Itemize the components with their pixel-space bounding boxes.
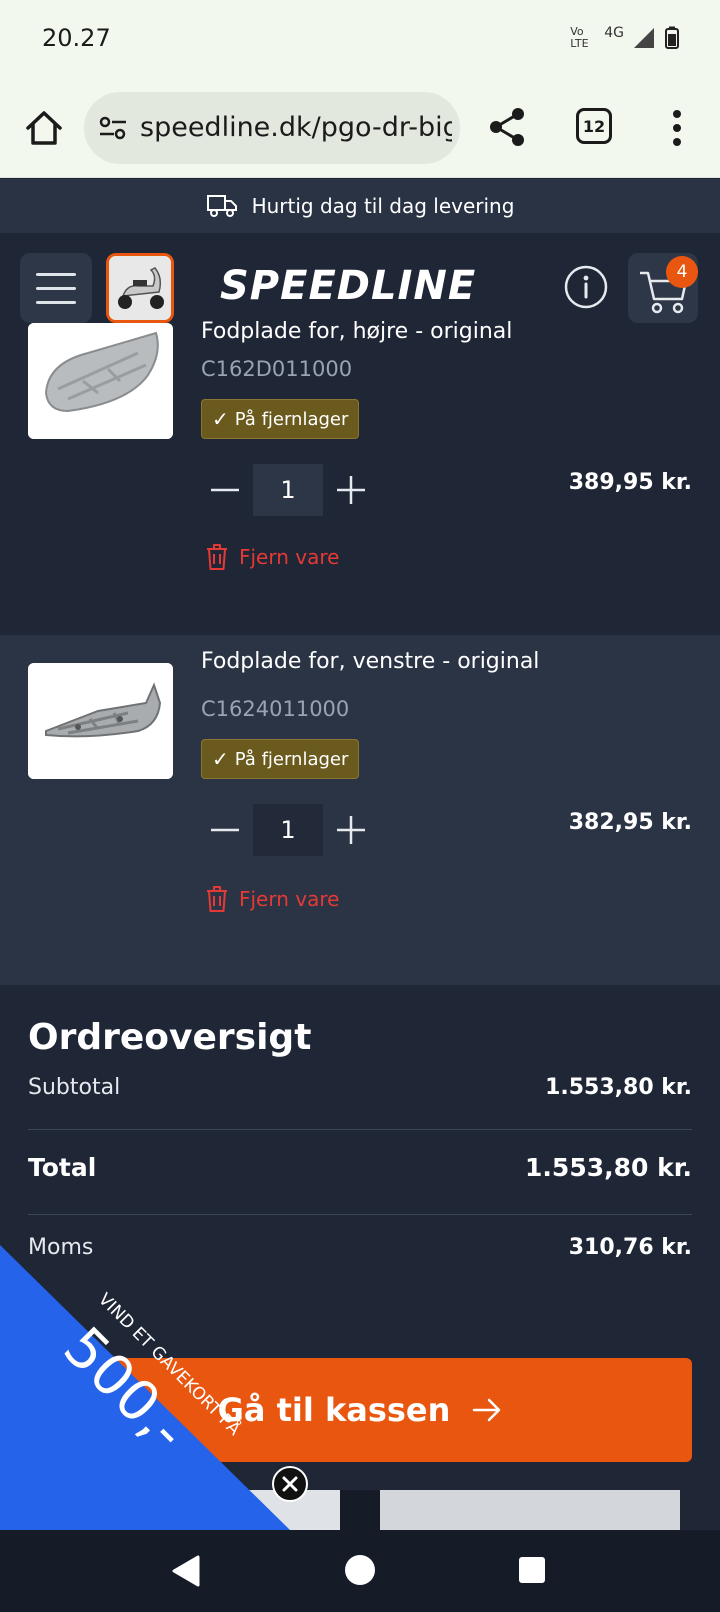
stock-label: På fjernlager [234,748,349,770]
back-icon[interactable] [170,1554,202,1588]
product-sku: C1624011000 [201,697,350,721]
delivery-text: Hurtig dag til dag levering [251,194,515,218]
total-value: 1.553,80 kr. [525,1153,692,1182]
status-icons: Vo LTE 4G [570,25,680,50]
related-gap [340,1490,380,1530]
order-summary-title: Ordreoversigt [28,1017,312,1058]
close-icon [282,1476,298,1492]
cart-item: Fodplade for, venstre - original C162401… [0,635,720,985]
quantity-input[interactable]: 1 [253,804,323,856]
promo-ribbon[interactable]: VIND ET GAVEKORT PÅ 500,- [0,1245,290,1530]
cart-count-badge: 4 [666,256,698,288]
footplate-image [28,663,173,779]
signal-icon [634,28,654,48]
battery-icon [665,26,679,49]
remove-item-label: Fjern vare [239,887,340,911]
vat-value: 310,76 kr. [568,1235,692,1260]
subtotal-label: Subtotal [28,1075,121,1100]
check-icon: ✓ [212,747,229,771]
quantity-input[interactable]: 1 [253,464,323,516]
delivery-banner: Hurtig dag til dag levering [0,179,720,233]
delivery-truck-icon [206,195,237,217]
site-header: SPEEDLINE [0,233,720,333]
minus-icon [211,488,239,492]
status-bar: 20.27 Vo LTE 4G [0,0,720,82]
subtotal-value: 1.553,80 kr. [545,1075,692,1100]
stock-label: På fjernlager [234,408,349,430]
site-logo[interactable]: SPEEDLINE [220,263,476,309]
site-settings-icon[interactable] [98,114,128,142]
browser-toolbar: speedline.dk/pgo-dr-big 12 [0,82,720,178]
address-bar[interactable]: speedline.dk/pgo-dr-big [84,92,460,164]
product-image[interactable] [28,663,173,779]
vehicle-selector-button[interactable] [106,253,174,323]
plus-icon [337,476,365,504]
recents-icon[interactable] [518,1556,546,1584]
volte-indicator: Vo LTE [570,25,589,50]
home-icon[interactable] [22,106,66,150]
stock-badge: ✓ På fjernlager [201,739,360,779]
quantity-stepper: 1 [201,464,375,516]
remove-item-button[interactable]: Fjern vare [205,543,339,571]
cart-item: Fodplade for, højre - original C162D0110… [0,319,720,635]
minus-icon [211,828,239,832]
remove-item-label: Fjern vare [239,545,340,569]
trash-icon [207,886,227,912]
related-product-image[interactable] [380,1490,680,1530]
scooter-icon [109,256,171,320]
system-nav-bar [0,1530,720,1612]
footplate-image [28,323,173,439]
increase-quantity-button[interactable] [327,804,375,856]
divider [28,1129,692,1130]
info-icon[interactable] [564,265,608,309]
quantity-stepper: 1 [201,804,375,856]
divider [28,1214,692,1215]
product-name[interactable]: Fodplade for, venstre - original [201,649,539,674]
product-image[interactable] [28,323,173,439]
product-name[interactable]: Fodplade for, højre - original [201,319,512,344]
increase-quantity-button[interactable] [327,464,375,516]
hamburger-menu-button[interactable] [20,253,92,323]
total-label: Total [28,1153,97,1182]
total-row: Total 1.553,80 kr. [28,1153,692,1182]
network-type: 4G [604,25,624,41]
arrow-right-icon [473,1398,501,1422]
tab-switcher-button[interactable]: 12 [576,108,612,144]
url-text: speedline.dk/pgo-dr-big [140,112,452,143]
decrease-quantity-button[interactable] [201,464,249,516]
more-menu-icon[interactable] [664,106,690,150]
subtotal-row: Subtotal 1.553,80 kr. [28,1075,692,1100]
check-icon: ✓ [212,407,229,431]
promo-close-button[interactable] [272,1466,308,1502]
stock-badge: ✓ På fjernlager [201,399,360,439]
status-time: 20.27 [42,24,111,52]
share-icon[interactable] [486,106,528,148]
remove-item-button[interactable]: Fjern vare [205,885,339,913]
trash-icon [207,544,227,570]
decrease-quantity-button[interactable] [201,804,249,856]
plus-icon [337,816,365,844]
product-sku: C162D011000 [201,357,353,381]
product-price: 389,95 kr. [568,470,692,495]
product-price: 382,95 kr. [568,810,692,835]
home-nav-icon[interactable] [344,1554,376,1586]
